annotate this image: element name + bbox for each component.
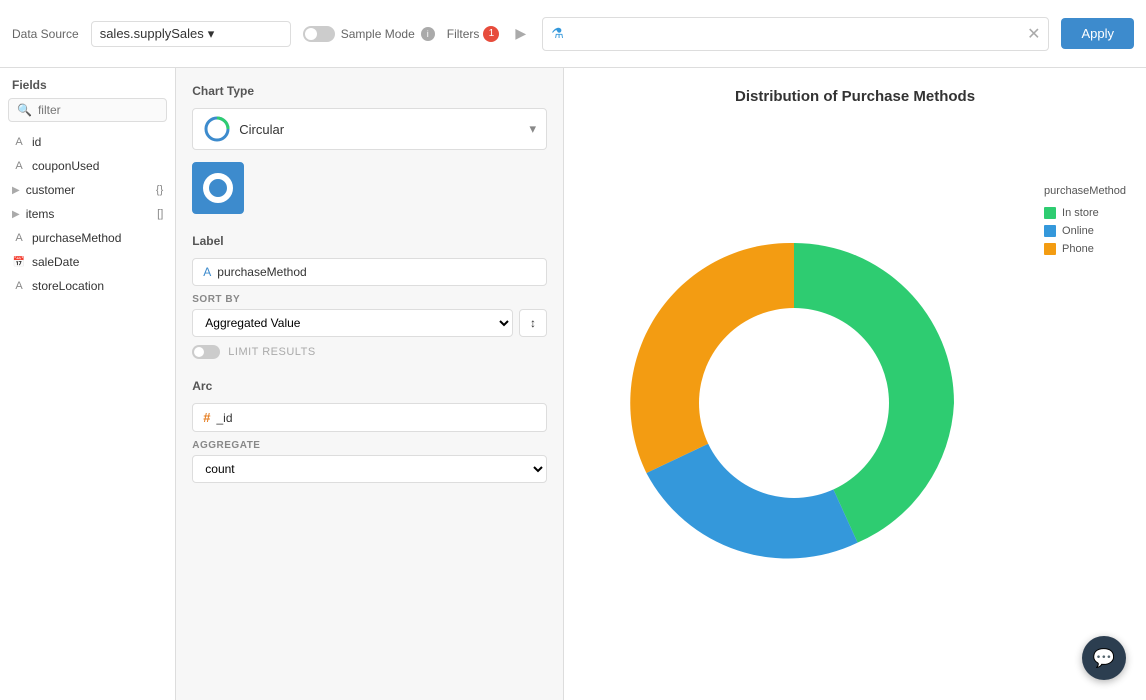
sort-direction-button[interactable]: ↕ <box>519 309 547 337</box>
sample-mode-label: Sample Mode <box>341 27 415 41</box>
legend-label-instore: In store <box>1062 207 1099 219</box>
field-type-icon: A <box>12 160 26 172</box>
arc-field-name: _id <box>217 411 233 425</box>
field-type-icon: 📅 <box>12 257 26 268</box>
field-name: purchaseMethod <box>32 231 163 245</box>
sort-select[interactable]: Aggregated Value <box>192 309 513 337</box>
legend-title: purchaseMethod <box>1044 185 1126 197</box>
expand-icon: ▶ <box>12 209 20 220</box>
field-name: items <box>26 207 151 221</box>
filters-label-text: Filters <box>447 27 480 41</box>
field-item-saledate[interactable]: 📅 saleDate <box>0 250 175 274</box>
field-item-customer[interactable]: ▶ customer {} <box>0 178 175 202</box>
datasource-value: sales.supplySales <box>100 26 204 41</box>
chart-type-label: Circular <box>239 122 521 137</box>
chart-legend: purchaseMethod In store Online Phone <box>1044 185 1126 255</box>
filters-group: Filters 1 <box>447 26 500 42</box>
sort-row: Aggregated Value ↕ <box>192 309 547 337</box>
field-name: customer <box>26 183 150 197</box>
donut-icon <box>202 172 234 204</box>
field-item-storelocation[interactable]: A storeLocation <box>0 274 175 298</box>
legend-label-online: Online <box>1062 225 1094 237</box>
field-type-icon: A <box>203 265 211 279</box>
top-bar: Data Source sales.supplySales ▾ Sample M… <box>0 0 1146 68</box>
field-type-icon: A <box>12 136 26 148</box>
sample-mode-toggle[interactable] <box>303 26 335 42</box>
filter-bar[interactable]: ⚗ ✕ <box>542 17 1049 51</box>
apply-button[interactable]: Apply <box>1061 18 1134 49</box>
toggle-knob <box>194 347 204 357</box>
chat-icon: 💬 <box>1093 648 1115 669</box>
field-type-badge: [] <box>157 208 163 220</box>
search-icon: 🔍 <box>17 103 32 117</box>
field-type-icon: A <box>12 232 26 244</box>
chart-container: purchaseMethod In store Online Phone <box>584 125 1126 680</box>
filter-funnel-icon: ⚗ <box>551 25 564 42</box>
sort-by-label: SORT BY <box>192 294 547 305</box>
field-name: saleDate <box>32 255 163 269</box>
chart-title: Distribution of Purchase Methods <box>735 88 975 105</box>
hash-icon: # <box>203 410 210 425</box>
legend-item-online: Online <box>1044 225 1126 237</box>
legend-color-instore <box>1044 207 1056 219</box>
arc-field-pill[interactable]: # _id <box>192 403 547 432</box>
filter-clear-icon[interactable]: ✕ <box>1027 24 1040 44</box>
chart-variants <box>192 162 547 214</box>
aggregate-label: AGGREGATE <box>192 440 547 451</box>
donut-hole <box>699 308 889 498</box>
fields-search-input[interactable] <box>38 103 158 117</box>
arrow-right-icon: ▶ <box>515 25 526 42</box>
limit-results-toggle[interactable] <box>192 345 220 359</box>
center-panel: Chart Type Circular ▾ Label A purchaseMe… <box>176 68 564 700</box>
label-section: Label A purchaseMethod SORT BY Aggregate… <box>192 234 547 359</box>
filters-count-badge: 1 <box>483 26 499 42</box>
sample-mode-group: Sample Mode i <box>303 26 435 42</box>
chat-button[interactable]: 💬 <box>1082 636 1126 680</box>
field-name: id <box>32 135 163 149</box>
toggle-knob <box>305 28 317 40</box>
field-name: storeLocation <box>32 279 163 293</box>
chart-area: Distribution of Purchase Methods <box>564 68 1146 700</box>
field-item-purchasemethod[interactable]: A purchaseMethod <box>0 226 175 250</box>
sort-direction-icon: ↕ <box>530 316 536 330</box>
fields-search-box[interactable]: 🔍 <box>8 98 167 122</box>
chart-type-section-title: Chart Type <box>192 84 547 98</box>
main-layout: Fields 🔍 A id A couponUsed ▶ customer {}… <box>0 68 1146 700</box>
donut-variant[interactable] <box>192 162 244 214</box>
donut-chart-svg <box>584 193 1004 613</box>
datasource-select[interactable]: sales.supplySales ▾ <box>91 21 291 47</box>
chevron-down-icon: ▾ <box>530 121 537 137</box>
fields-header: Fields <box>0 68 175 98</box>
label-field-name: purchaseMethod <box>217 265 306 279</box>
limit-results-label: LIMIT RESULTS <box>228 346 315 358</box>
chevron-down-icon: ▾ <box>208 26 282 42</box>
sidebar: Fields 🔍 A id A couponUsed ▶ customer {}… <box>0 68 176 700</box>
circular-chart-icon <box>203 115 231 143</box>
legend-color-phone <box>1044 243 1056 255</box>
field-item-couponused[interactable]: A couponUsed <box>0 154 175 178</box>
legend-item-instore: In store <box>1044 207 1126 219</box>
field-type-badge: {} <box>156 184 163 196</box>
field-item-id[interactable]: A id <box>0 130 175 154</box>
expand-icon: ▶ <box>12 185 20 196</box>
arc-section: Arc # _id AGGREGATE count <box>192 379 547 483</box>
label-section-title: Label <box>192 234 547 248</box>
legend-color-online <box>1044 225 1056 237</box>
arc-section-title: Arc <box>192 379 547 393</box>
label-field-pill[interactable]: A purchaseMethod <box>192 258 547 286</box>
field-type-icon: A <box>12 280 26 292</box>
sample-mode-info-icon[interactable]: i <box>421 27 435 41</box>
chart-type-selector[interactable]: Circular ▾ <box>192 108 547 150</box>
field-name: couponUsed <box>32 159 163 173</box>
datasource-label: Data Source <box>12 27 79 41</box>
field-item-items[interactable]: ▶ items [] <box>0 202 175 226</box>
aggregate-select[interactable]: count <box>192 455 547 483</box>
legend-item-phone: Phone <box>1044 243 1126 255</box>
legend-label-phone: Phone <box>1062 243 1094 255</box>
limit-toggle: LIMIT RESULTS <box>192 345 547 359</box>
